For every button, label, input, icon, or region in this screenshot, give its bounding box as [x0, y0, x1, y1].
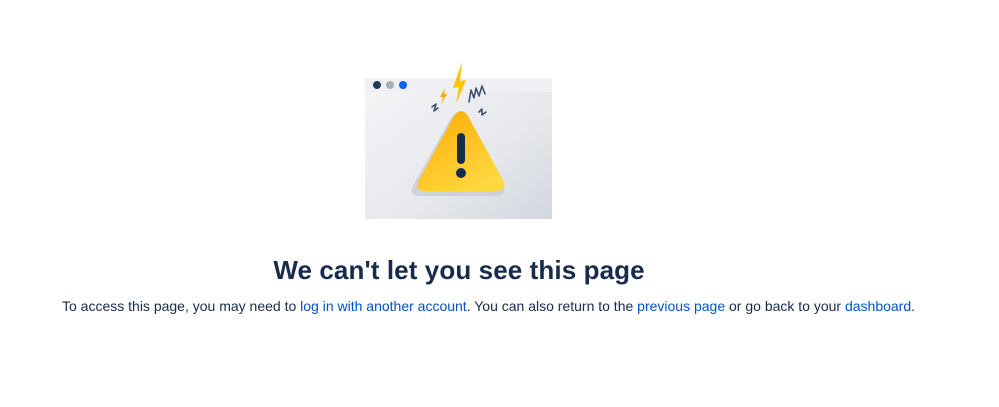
message-text-3: or go back to your [725, 298, 845, 314]
message-text-4: . [911, 298, 916, 314]
error-message: To access this page, you may need to log… [62, 296, 915, 316]
error-illustration [365, 60, 553, 220]
window-dot-gray [386, 81, 394, 89]
window-dot-blue [399, 81, 407, 89]
dashboard-link[interactable]: dashboard [845, 298, 911, 314]
previous-page-link[interactable]: previous page [637, 298, 725, 314]
login-another-account-link[interactable]: log in with another account [300, 298, 467, 314]
message-text-2: . You can also return to the [466, 298, 638, 314]
message-text-1: To access this page, you may need to [62, 298, 301, 314]
window-dot-dark [373, 81, 381, 89]
page-title: We can't let you see this page [273, 255, 645, 285]
